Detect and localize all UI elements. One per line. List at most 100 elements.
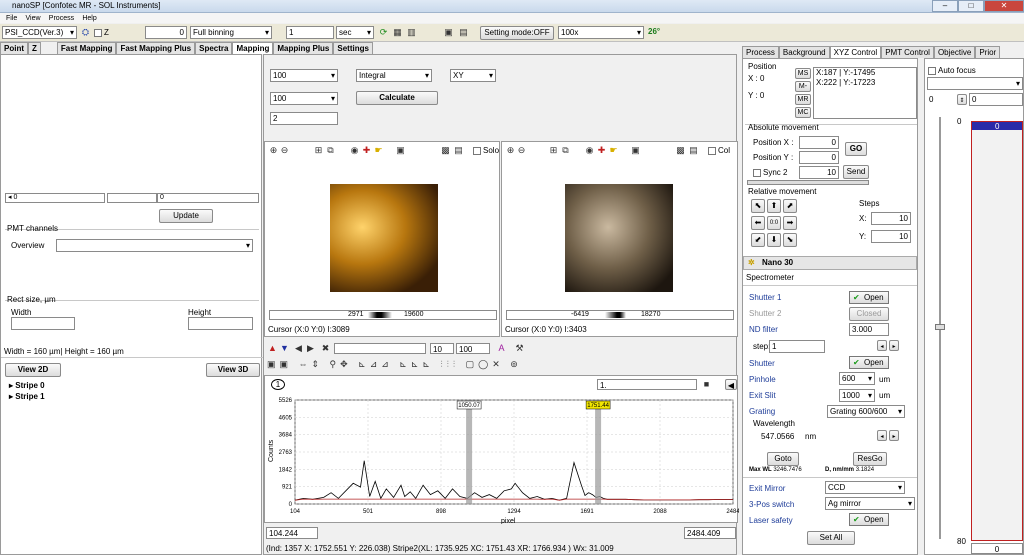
send-button[interactable]: Send [843, 165, 869, 179]
tab-settings[interactable]: Settings [333, 42, 373, 54]
position-left-field[interactable]: 104.244 [266, 527, 318, 539]
tab-pmt-control[interactable]: PMT Control [881, 46, 934, 58]
ms-button[interactable]: MS [795, 68, 811, 79]
maximize-button[interactable]: □ [958, 0, 984, 12]
eye-icon[interactable]: ◉ [584, 145, 595, 156]
step-down-button[interactable]: ◂ [877, 340, 887, 351]
mr-button[interactable]: MR [795, 94, 811, 105]
tab-mapping-plus[interactable]: Mapping Plus [273, 42, 334, 54]
step-field[interactable]: 1 [769, 340, 825, 353]
position-memory-item[interactable]: X:222 | Y:-17223 [816, 78, 914, 88]
overview-select[interactable] [56, 239, 253, 252]
image-icon[interactable]: ▦ [392, 27, 403, 38]
goto-button[interactable]: Goto [767, 452, 799, 466]
spec-value-1[interactable]: 10 [430, 343, 454, 354]
spectrum-slider[interactable] [334, 343, 426, 354]
arrow-up-icon[interactable]: ▲ [267, 343, 278, 354]
move-up-left-button[interactable]: ⬉ [751, 199, 765, 213]
folder-icon[interactable]: ▤ [458, 27, 469, 38]
cross-icon[interactable]: ✚ [361, 145, 372, 156]
crosshair-icon[interactable]: ⊞ [548, 145, 559, 156]
tab-fast-mapping[interactable]: Fast Mapping [56, 42, 117, 54]
wavelength-down-button[interactable]: ◂ [877, 430, 887, 441]
m-minus-button[interactable]: M- [795, 81, 811, 92]
range-select[interactable]: 100 [270, 69, 338, 82]
slider-divider[interactable] [107, 193, 157, 203]
binning-select[interactable]: Full binning [190, 26, 272, 39]
exit-mirror-select[interactable]: CCD [825, 481, 905, 494]
pinhole-select[interactable]: 600 [839, 372, 875, 385]
tab-prior[interactable]: Prior [975, 46, 1001, 58]
save-icon[interactable]: ▣ [443, 27, 454, 38]
laser-safety-open-button[interactable]: Open [849, 513, 889, 526]
zoom-in-icon[interactable]: ⊕ [505, 145, 516, 156]
step-x-field[interactable]: 10 [871, 212, 911, 225]
map-image-2[interactable] [565, 184, 673, 292]
position-memory-list[interactable]: X:187 | Y:-17495 X:222 | Y:-17223 [813, 67, 917, 119]
position-y-field[interactable]: 0 [799, 151, 839, 164]
view-3d-button[interactable]: View 3D [206, 363, 260, 377]
delete-icon[interactable]: ✖ [320, 343, 331, 354]
calculate-button[interactable]: Calculate [356, 91, 438, 105]
zoom-in-icon[interactable]: ⊕ [268, 145, 279, 156]
move-up-button[interactable]: ⬆ [767, 199, 781, 213]
spec-value-2[interactable]: 100 [456, 343, 490, 354]
focus-value-2[interactable]: 0 [969, 93, 1023, 106]
close-button[interactable]: ✕ [984, 0, 1024, 12]
move-up-right-button[interactable]: ⬈ [783, 199, 797, 213]
color-icon[interactable]: A [496, 343, 507, 354]
shutter-2-closed-button[interactable]: Closed [849, 307, 889, 321]
tab-fast-mapping-plus[interactable]: Fast Mapping Plus [116, 42, 196, 54]
grating-select[interactable]: Grating 600/600 [827, 405, 905, 418]
mc-button[interactable]: MC [795, 107, 811, 118]
camera-icon[interactable]: ⛭ [80, 27, 91, 38]
nd-filter-field[interactable]: 3.000 [849, 323, 889, 336]
next-icon[interactable]: ▶ [305, 343, 316, 354]
menu-view[interactable]: View [26, 15, 41, 22]
minimize-button[interactable]: – [932, 0, 958, 12]
export-icon[interactable]: ▤ [688, 145, 699, 156]
tab-spectra[interactable]: Spectra [195, 42, 233, 54]
auto-focus-checkbox[interactable]: Auto focus [928, 66, 976, 75]
slider-2[interactable]: 0 [157, 193, 259, 203]
move-origin-button[interactable]: 0:0 [767, 216, 781, 230]
tab-background[interactable]: Background [778, 46, 830, 58]
move-down-left-button[interactable]: ⬋ [751, 233, 765, 247]
tab-xyz-control[interactable]: XYZ Control [829, 46, 882, 58]
refresh-icon[interactable]: ⟳ [378, 27, 389, 38]
resgo-button[interactable]: ResGo [853, 452, 887, 466]
sync-field[interactable]: 10 [799, 166, 839, 179]
focus-spinner[interactable]: ⇕ [957, 94, 967, 105]
menu-file[interactable]: File [6, 15, 17, 22]
copy-icon[interactable]: ⧉ [325, 145, 336, 156]
palette-icon[interactable]: ▩ [675, 145, 686, 156]
menu-help[interactable]: Help [82, 15, 96, 22]
focus-profile[interactable] [971, 121, 1023, 541]
wavelength-up-button[interactable]: ▸ [889, 430, 899, 441]
histogram-2[interactable]: -6419 18270 [506, 310, 734, 320]
step-y-field[interactable]: 10 [871, 230, 911, 243]
tab-process[interactable]: Process [742, 46, 779, 58]
height-field[interactable] [188, 317, 253, 330]
map-image-1[interactable] [330, 184, 438, 292]
copy-icon[interactable]: ⧉ [560, 145, 571, 156]
exit-slit-select[interactable]: 1000 [839, 389, 875, 402]
param-field[interactable]: 2 [270, 112, 338, 125]
tools-icon[interactable]: ⚒ [514, 343, 525, 354]
setting-mode-button[interactable]: Setting mode:OFF [480, 26, 554, 40]
tab-mapping[interactable]: Mapping [232, 42, 274, 54]
mode-select[interactable]: Integral [356, 69, 432, 82]
three-pos-switch-select[interactable]: Ag mirror [825, 497, 915, 510]
tab-point[interactable]: Point [0, 42, 28, 54]
cross-icon[interactable]: ✚ [596, 145, 607, 156]
palette-icon[interactable]: ▩ [440, 145, 451, 156]
save-image-icon[interactable]: ▣ [395, 145, 406, 156]
nano-header[interactable]: ✲ Nano 30 [743, 256, 917, 270]
device-select[interactable]: PSI_CCD(Ver.3) [2, 26, 77, 39]
unit-select[interactable]: sec [336, 26, 374, 39]
step-up-button[interactable]: ▸ [889, 340, 899, 351]
width-field[interactable] [11, 317, 75, 330]
zoom-out-icon[interactable]: ⊖ [279, 145, 290, 156]
chart-toolbar[interactable]: ▣▣ ⇔⇕ ⚲✥ ⊾⊿⊿ ⊾⊾⊾ ⫶⫶⫶ ▢◯✕ ⊚ [267, 359, 567, 371]
spectrometer-tab[interactable]: Spectrometer [746, 273, 794, 282]
